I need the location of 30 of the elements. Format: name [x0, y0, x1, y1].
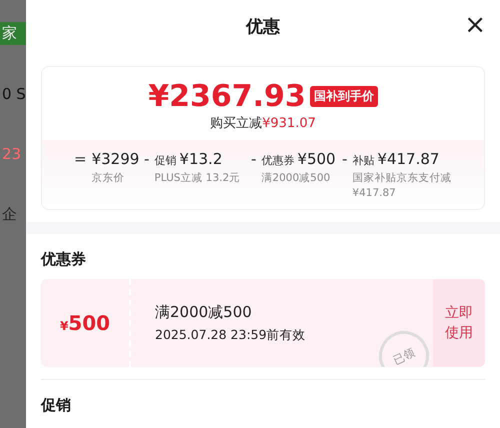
breakdown-note: 京东价: [92, 171, 126, 186]
coupon-condition: 满2000减500: [155, 302, 253, 322]
final-price: ¥2367.93: [148, 79, 306, 114]
background-text: 企: [1, 204, 18, 225]
coupon-validity: 2025.07.28 23:59前有效: [155, 326, 307, 344]
section-heading: 优惠券: [41, 250, 87, 269]
breakdown-value: ¥417.87: [377, 150, 440, 168]
breakdown-label: 优惠券: [261, 153, 294, 168]
breakdown-note: 满2000减500: [261, 171, 332, 186]
breakdown-label: 补贴: [352, 153, 374, 168]
dialog-title: 优惠: [246, 16, 280, 38]
breakdown-value: ¥13.2: [179, 150, 222, 168]
breakdown-value: ¥3299: [92, 150, 140, 168]
operator: =: [74, 150, 87, 170]
use-now-button[interactable]: 立即使用: [433, 279, 485, 367]
coupon-amount: ¥500: [60, 311, 110, 335]
background-text: 23: [1, 144, 22, 165]
breakdown-label: 促销: [154, 153, 176, 168]
background-text: 0 S: [1, 84, 26, 105]
operator: -: [251, 150, 256, 170]
background-text: 家: [0, 22, 26, 45]
breakdown-note: PLUS立减 13.2元: [154, 171, 240, 186]
operator: -: [144, 150, 150, 170]
saving-text: 购买立减¥931.07: [210, 115, 316, 132]
close-button[interactable]: ×: [462, 12, 488, 38]
price-badge: 国补到手价: [310, 86, 378, 107]
section-heading: 促销: [41, 396, 72, 415]
breakdown-value: ¥500: [297, 150, 336, 168]
operator: -: [342, 150, 348, 170]
breakdown-note: 国家补贴京东支付减¥417.87: [352, 171, 452, 201]
